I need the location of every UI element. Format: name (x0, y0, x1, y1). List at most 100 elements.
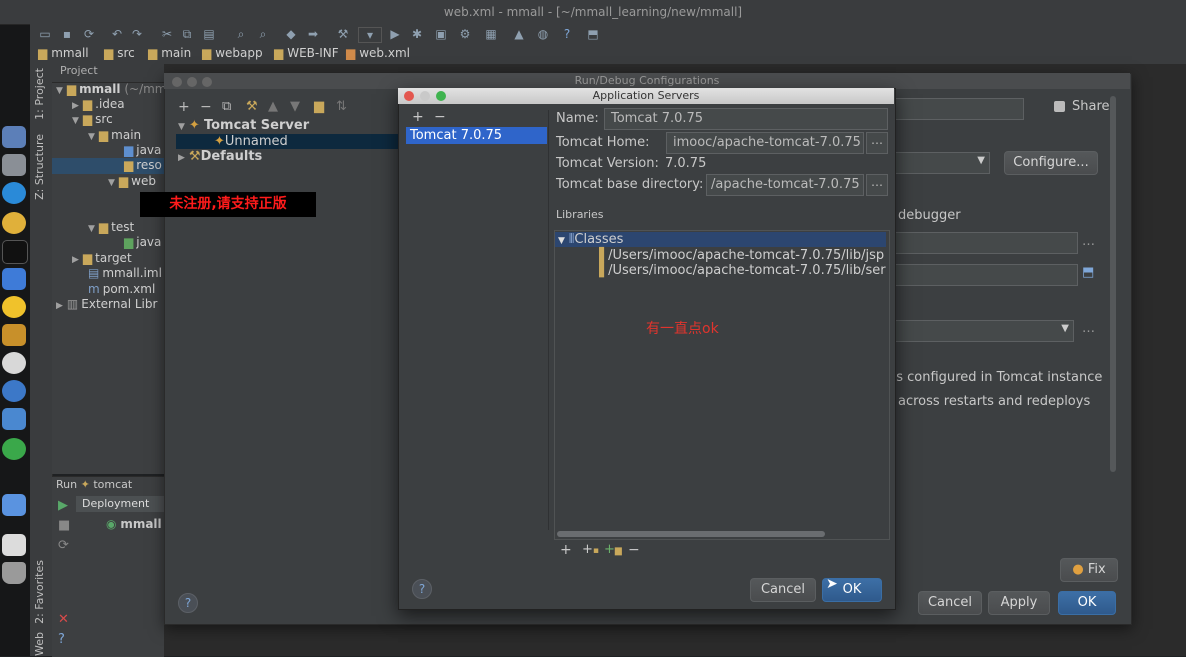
window-close-button[interactable] (172, 77, 182, 87)
dialog-help-button[interactable]: ? (412, 579, 432, 599)
structure-icon[interactable]: ▦ (484, 27, 498, 41)
run-config-dropdown[interactable]: ▾ (358, 27, 382, 43)
document-dock-icon[interactable] (2, 534, 26, 556)
settings-scrollbar[interactable] (1110, 96, 1116, 472)
help-icon[interactable]: ? (560, 27, 574, 41)
stop-icon[interactable]: ■ (58, 518, 70, 533)
sort-icon[interactable]: ⇅ (336, 99, 347, 114)
tomcat-home-field[interactable]: imooc/apache-tomcat-7.0.75 (666, 132, 864, 154)
quicktime-dock-icon[interactable] (2, 380, 26, 402)
breadcrumb-item-src[interactable]: ▆ src (104, 46, 135, 60)
edit-defaults-icon[interactable]: ⚒ (246, 99, 258, 114)
apply-button[interactable]: Apply (988, 591, 1050, 615)
ok-button[interactable]: OK (1058, 591, 1116, 615)
app4-dock-icon[interactable] (2, 494, 26, 516)
app-dock-icon[interactable] (2, 296, 26, 318)
server-name-field[interactable]: Tomcat 7.0.75 (604, 108, 888, 130)
breadcrumb-item-mmall[interactable]: ▆ mmall (38, 46, 89, 60)
undo-icon[interactable]: ↶ (110, 27, 124, 41)
window-zoom-button[interactable] (202, 77, 212, 87)
paste-icon[interactable]: ▤ (202, 27, 216, 41)
share-checkbox[interactable] (1054, 101, 1065, 112)
app2-dock-icon[interactable] (2, 352, 26, 374)
structure-tool-tab[interactable]: Z: Structure (33, 134, 46, 200)
config-tree-defaults[interactable]: ▶ ⚒Defaults (178, 149, 262, 164)
move-up-icon[interactable]: ▲ (268, 99, 278, 114)
deployment-item-mmall[interactable]: ◉ mmall (106, 517, 162, 531)
find-icon[interactable]: ⌕ (234, 27, 248, 41)
tree-item-resources[interactable]: ▆ reso (124, 158, 162, 172)
remove-config-icon[interactable]: − (200, 99, 212, 115)
tree-item-external-libraries[interactable]: ▶ ▥ External Libr (56, 297, 157, 311)
help-icon[interactable]: ? (58, 632, 65, 647)
cut-icon[interactable]: ✂ (160, 27, 174, 41)
tree-item-test-java[interactable]: ▆ java (124, 235, 161, 249)
replace-icon[interactable]: ⌕ (256, 27, 270, 41)
rerun-icon[interactable]: ⟳ (58, 538, 69, 553)
build-icon[interactable]: ⚒ (336, 27, 350, 41)
breadcrumb-item-main[interactable]: ▆ main (148, 46, 191, 60)
tree-item-mmall[interactable]: ▼ ▆ mmall (~/mm (56, 82, 167, 96)
preview-dock-icon[interactable] (2, 408, 26, 430)
move-down-icon[interactable]: ▼ (290, 99, 300, 114)
expand-icon[interactable]: ⬒ (1082, 265, 1094, 280)
url-field[interactable] (894, 232, 1078, 254)
tool-icon[interactable]: ◍ (536, 27, 550, 41)
finder-dock-icon[interactable] (2, 126, 26, 148)
tree-item-main[interactable]: ▼ ▆ main (88, 128, 141, 142)
dialog-close-button[interactable] (404, 91, 414, 101)
tree-item-mmall-iml[interactable]: ▤ mmall.iml (88, 266, 162, 280)
tree-item-pom-xml[interactable]: m pom.xml (88, 282, 155, 296)
config-name-field[interactable] (894, 98, 1024, 120)
libraries-h-scrollbar[interactable] (557, 531, 825, 537)
terminal-dock-icon[interactable] (2, 240, 28, 264)
close-icon[interactable]: ✕ (58, 612, 69, 627)
more-icon[interactable]: … (1082, 321, 1095, 336)
web-tool-tab[interactable]: Web (33, 632, 46, 656)
sublime-dock-icon[interactable] (2, 324, 26, 346)
copy-icon[interactable]: ⧉ (180, 27, 194, 41)
breadcrumb-item-web-inf[interactable]: ▆ WEB-INF (274, 46, 339, 60)
fix-button[interactable]: ● Fix (1060, 558, 1118, 582)
add-jar-icon[interactable]: +▪ (582, 542, 599, 557)
add-folder-icon[interactable]: +▆ (604, 542, 622, 557)
window-minimize-button[interactable] (187, 77, 197, 87)
library-servlet[interactable]: ▐ /Users/imooc/apache-tomcat-7.0.75/lib/… (594, 263, 886, 278)
config-tree-tomcat-server[interactable]: ▼ ✦ Tomcat Server (178, 118, 309, 133)
app3-dock-icon[interactable] (2, 438, 26, 460)
cancel-button[interactable]: Cancel (918, 591, 982, 615)
save-icon[interactable]: ▪ (60, 27, 74, 41)
dialog-zoom-button[interactable] (436, 91, 446, 101)
redo-icon[interactable]: ↷ (130, 27, 144, 41)
library-jsp[interactable]: ▐ /Users/imooc/apache-tomcat-7.0.75/lib/… (594, 248, 884, 263)
debug-icon[interactable]: ✱ (410, 27, 424, 41)
classes-node[interactable]: ▼ ⫴Classes (558, 232, 623, 247)
tree-item-target[interactable]: ▶ ▆ target (72, 251, 132, 265)
add-server-icon[interactable]: + (412, 109, 424, 125)
vm-options-field[interactable] (894, 264, 1078, 286)
safari-dock-icon[interactable] (2, 182, 26, 204)
browse-base-button[interactable]: … (866, 174, 888, 196)
tree-item-test[interactable]: ▼ ▆ test (88, 220, 134, 234)
project-tool-tab[interactable]: 1: Project (33, 68, 46, 120)
run-icon[interactable]: ▶ (388, 27, 402, 41)
tree-item-java[interactable]: ▆ java (124, 143, 161, 157)
tomcat-base-dir-field[interactable]: /apache-tomcat-7.0.75 (706, 174, 864, 196)
jre-select[interactable]: ▼ (894, 320, 1074, 342)
dialog-cancel-button[interactable]: Cancel (750, 578, 816, 602)
intellij-dock-icon[interactable] (2, 268, 26, 290)
help-button[interactable]: ? (178, 593, 198, 613)
browse-home-button[interactable]: … (866, 132, 888, 154)
breadcrumb-item-web-xml[interactable]: ▆ web.xml (346, 46, 410, 60)
sdk-icon[interactable]: ⬒ (586, 27, 600, 41)
run-icon[interactable]: ▶ (58, 498, 68, 513)
config-tree-unnamed[interactable]: ✦Unnamed (214, 134, 288, 149)
server-item-tomcat[interactable]: Tomcat 7.0.75 (410, 128, 502, 143)
add-library-icon[interactable]: + (560, 542, 572, 558)
settings-icon[interactable]: ⚙ (458, 27, 472, 41)
copy-config-icon[interactable]: ⧉ (222, 99, 231, 114)
vcs-icon[interactable]: ▲ (512, 27, 526, 41)
dialog-minimize-button[interactable] (420, 91, 430, 101)
favorites-tool-tab[interactable]: 2: Favorites (33, 560, 46, 624)
add-config-icon[interactable]: + (178, 99, 190, 115)
